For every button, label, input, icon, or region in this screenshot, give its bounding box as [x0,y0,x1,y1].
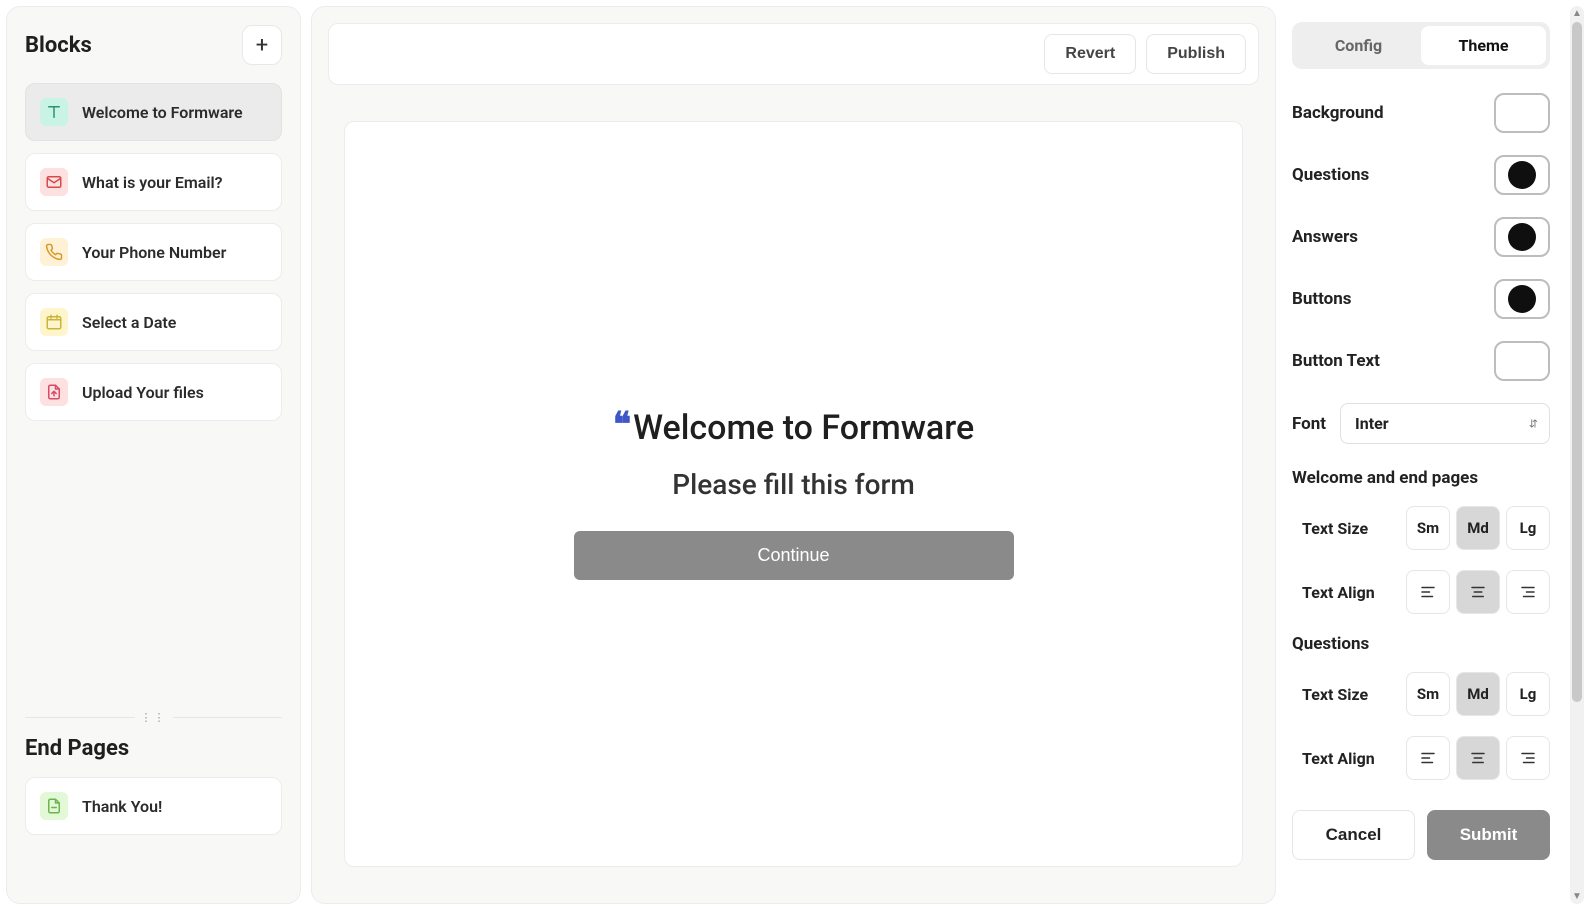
scroll-up-icon[interactable]: ▲ [1570,6,1584,21]
blocks-title: Blocks [25,33,92,58]
text-size-label: Text Size [1302,519,1368,538]
block-item[interactable]: Your Phone Number [25,223,282,281]
block-item-label: Welcome to Formware [82,103,243,122]
preview-toolbar: Revert Publish [328,23,1259,85]
color-swatch[interactable] [1494,155,1550,195]
block-item[interactable]: Select a Date [25,293,282,351]
color-swatch[interactable] [1494,217,1550,257]
phone-icon [40,238,68,266]
text-size-option[interactable]: Sm [1406,506,1450,550]
text-icon [40,98,68,126]
block-item[interactable]: Upload Your files [25,363,282,421]
section-title: Welcome and end pages [1292,468,1550,488]
align-center-icon[interactable] [1456,736,1500,780]
color-row: Button Text [1292,341,1550,381]
text-size-option[interactable]: Sm [1406,672,1450,716]
inspector-panel: Config Theme Background Questions Answers B… [1286,6,1560,904]
color-label: Questions [1292,165,1369,185]
swatch-circle [1508,99,1536,127]
grip-icon: ⋮⋮ [135,711,173,724]
swatch-circle [1508,161,1536,189]
color-row: Buttons [1292,279,1550,319]
cancel-button[interactable]: Cancel [1292,810,1415,860]
swatch-circle [1508,285,1536,313]
color-row: Background [1292,93,1550,133]
calendar-icon [40,308,68,336]
section-title: Questions [1292,634,1550,654]
align-center-icon[interactable] [1456,570,1500,614]
color-label: Answers [1292,227,1358,247]
mail-icon [40,168,68,196]
text-size-row: Text Size SmMdLg [1292,672,1550,716]
swatch-circle [1508,223,1536,251]
text-size-row: Text Size SmMdLg [1292,506,1550,550]
font-select[interactable]: Inter [1340,403,1550,444]
color-row: Questions [1292,155,1550,195]
block-item[interactable]: Welcome to Formware [25,83,282,141]
color-label: Buttons [1292,289,1352,309]
text-align-label: Text Align [1302,749,1375,768]
continue-button[interactable]: Continue [574,531,1014,580]
text-size-label: Text Size [1302,685,1368,704]
text-align-label: Text Align [1302,583,1375,602]
text-size-option[interactable]: Lg [1506,672,1550,716]
font-label: Font [1292,414,1326,434]
welcome-title: Welcome to Formware [633,408,974,448]
align-left-icon[interactable] [1406,736,1450,780]
add-block-button[interactable]: + [242,25,282,65]
text-align-row: Text Align [1292,736,1550,780]
revert-button[interactable]: Revert [1044,34,1136,74]
color-label: Background [1292,103,1384,123]
text-size-option[interactable]: Lg [1506,506,1550,550]
text-size-option[interactable]: Md [1456,506,1500,550]
endpage-item-label: Thank You! [82,797,162,816]
block-item-label: Select a Date [82,313,176,332]
plus-icon: + [256,33,268,58]
scrollbar[interactable]: ▲ ▼ [1570,6,1584,904]
block-item-label: Upload Your files [82,383,204,402]
block-item-label: What is your Email? [82,173,223,192]
tab-theme[interactable]: Theme [1421,26,1546,65]
text-align-row: Text Align [1292,570,1550,614]
upload-icon [40,378,68,406]
preview-canvas: ❝ Welcome to Formware Please fill this f… [344,121,1243,867]
endpages-title: End Pages [25,736,282,761]
block-list: Welcome to Formware What is your Email? Yo… [25,83,282,421]
color-swatch[interactable] [1494,279,1550,319]
endpages-list: Thank You! [25,777,282,835]
tab-config[interactable]: Config [1296,26,1421,65]
welcome-subtitle: Please fill this form [574,468,1014,501]
blocks-panel: Blocks + Welcome to Formware What is your… [6,6,301,904]
inspector-tabs: Config Theme [1292,22,1550,69]
preview-panel: Revert Publish ❝ Welcome to Formware Ple… [311,6,1276,904]
scroll-down-icon[interactable]: ▼ [1570,889,1584,904]
quote-icon: ❝ [613,408,631,442]
swatch-circle [1508,347,1536,375]
align-right-icon[interactable] [1506,570,1550,614]
panel-divider[interactable]: ⋮⋮ [25,717,282,718]
block-item[interactable]: What is your Email? [25,153,282,211]
block-item-label: Your Phone Number [82,243,226,262]
color-swatch[interactable] [1494,341,1550,381]
publish-button[interactable]: Publish [1146,34,1246,74]
color-row: Answers [1292,217,1550,257]
endpage-item[interactable]: Thank You! [25,777,282,835]
color-label: Button Text [1292,351,1380,371]
align-left-icon[interactable] [1406,570,1450,614]
submit-button[interactable]: Submit [1427,810,1550,860]
scroll-thumb[interactable] [1572,22,1582,702]
text-size-option[interactable]: Md [1456,672,1500,716]
color-swatch[interactable] [1494,93,1550,133]
document-icon [40,792,68,820]
align-right-icon[interactable] [1506,736,1550,780]
